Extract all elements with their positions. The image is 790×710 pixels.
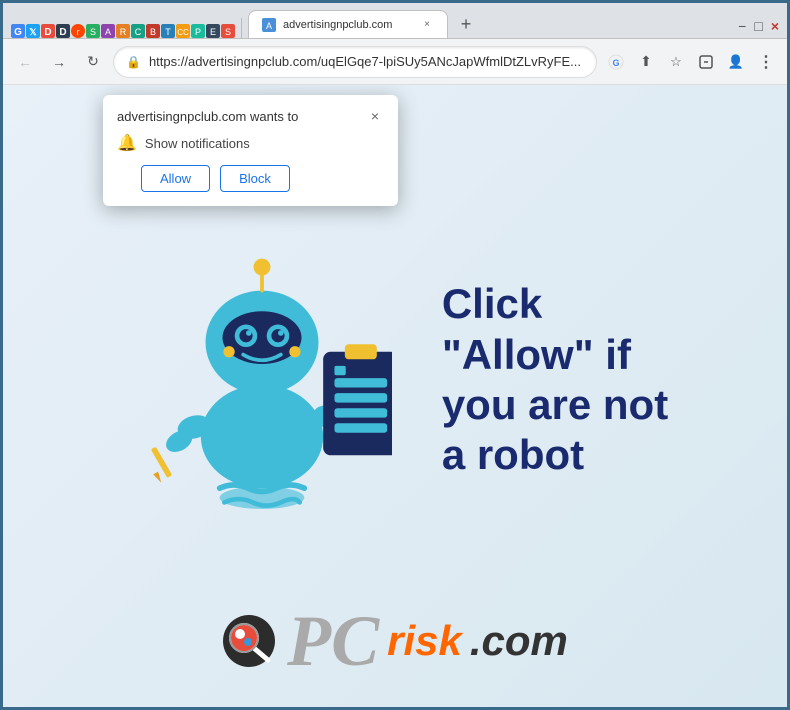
svg-text:C: C xyxy=(135,27,142,37)
tab-bar: G 𝕏 D D r S A R C B T CC P E S A advert xyxy=(3,3,787,39)
popup-close-button[interactable]: × xyxy=(366,107,384,125)
svg-text:T: T xyxy=(165,27,171,37)
favicon-x: 𝕏 xyxy=(26,24,40,38)
back-arrow-icon: ← xyxy=(18,54,32,70)
close-button[interactable]: × xyxy=(771,18,779,34)
popup-buttons: Allow Block xyxy=(117,165,384,192)
cta-line2: "Allow" if xyxy=(442,330,668,380)
notification-popup: advertisingnpclub.com wants to × 🔔 Show … xyxy=(103,95,398,206)
svg-text:r: r xyxy=(77,27,80,37)
address-bar: ← → ↻ 🔒 https://advertisingnpclub.com/uq… xyxy=(3,39,787,85)
content-area: advertisingnpclub.com wants to × 🔔 Show … xyxy=(3,85,787,707)
notification-label: Show notifications xyxy=(145,136,250,151)
address-bar-actions: G ⬆ ☆ 👤 ⋮ xyxy=(603,49,779,75)
minimize-button[interactable]: − xyxy=(738,18,746,34)
robot-illustration xyxy=(122,205,402,555)
robot-svg xyxy=(132,220,392,540)
svg-text:G: G xyxy=(612,58,619,68)
svg-text:CC: CC xyxy=(177,28,189,37)
svg-text:S: S xyxy=(90,27,96,37)
reload-button[interactable]: ↻ xyxy=(79,48,107,76)
tab-separator xyxy=(241,18,242,38)
favicon-reddit: r xyxy=(71,24,85,38)
bookmark-button[interactable]: ☆ xyxy=(663,49,689,75)
favicons-row: G 𝕏 D D r S A R C B T CC P E S xyxy=(11,24,235,38)
favicon-misc1: S xyxy=(86,24,100,38)
menu-button[interactable]: ⋮ xyxy=(753,49,779,75)
profile-button[interactable]: 👤 xyxy=(723,49,749,75)
tab-search-button[interactable] xyxy=(693,49,719,75)
share-icon: ⬆ xyxy=(640,53,652,70)
footer: PCrisk.com xyxy=(222,595,568,687)
svg-text:P: P xyxy=(195,27,201,37)
favicon-d2: D xyxy=(56,24,70,38)
tab-search-icon xyxy=(699,55,713,69)
favicon-misc8: P xyxy=(191,24,205,38)
forward-button[interactable]: → xyxy=(45,48,73,76)
browser-window: G 𝕏 D D r S A R C B T CC P E S A advert xyxy=(3,3,787,707)
active-tab[interactable]: A advertisingnpclub.com × xyxy=(248,10,448,38)
share-button[interactable]: ⬆ xyxy=(633,49,659,75)
tab-favicon: A xyxy=(261,17,277,33)
new-tab-button[interactable]: + xyxy=(452,10,480,38)
cta-line3: you are not xyxy=(442,380,668,430)
bell-icon: 🔔 xyxy=(117,133,137,153)
popup-notification-row: 🔔 Show notifications xyxy=(117,133,384,153)
maximize-button[interactable]: □ xyxy=(754,18,762,34)
block-button[interactable]: Block xyxy=(220,165,290,192)
favicon-misc5: B xyxy=(146,24,160,38)
favicon-d1: D xyxy=(41,24,55,38)
star-icon: ☆ xyxy=(670,54,682,70)
favicon-misc6: T xyxy=(161,24,175,38)
google-icon: G xyxy=(608,54,624,70)
favicon-g: G xyxy=(11,24,25,38)
svg-text:A: A xyxy=(266,21,272,31)
svg-text:𝕏: 𝕏 xyxy=(29,27,37,37)
lock-icon: 🔒 xyxy=(126,55,141,69)
forward-arrow-icon: → xyxy=(52,54,66,70)
favicon-misc3: R xyxy=(116,24,130,38)
svg-text:R: R xyxy=(120,27,127,37)
svg-text:D: D xyxy=(59,27,66,38)
cta-text: Click "Allow" if you are not a robot xyxy=(442,279,668,481)
pcrisk-text-logo: PCrisk.com xyxy=(287,605,568,677)
address-input-wrapper[interactable]: 🔒 https://advertisingnpclub.com/uqElGqe7… xyxy=(113,46,597,78)
svg-text:D: D xyxy=(44,27,51,38)
menu-icon: ⋮ xyxy=(758,52,774,72)
google-search-button[interactable]: G xyxy=(603,49,629,75)
svg-text:B: B xyxy=(150,27,156,37)
allow-button[interactable]: Allow xyxy=(141,165,210,192)
favicon-misc4: C xyxy=(131,24,145,38)
window-controls: − □ × xyxy=(738,18,779,38)
svg-text:G: G xyxy=(14,27,22,38)
popup-header: advertisingnpclub.com wants to × xyxy=(117,107,384,125)
svg-text:S: S xyxy=(225,27,231,37)
pcrisk-logo-icon xyxy=(222,614,277,669)
popup-title: advertisingnpclub.com wants to xyxy=(117,109,298,124)
cta-line1: Click xyxy=(442,279,668,329)
cta-line4: a robot xyxy=(442,430,668,480)
favicon-misc2: A xyxy=(101,24,115,38)
favicon-misc9: E xyxy=(206,24,220,38)
main-body: Click "Allow" if you are not a robot xyxy=(122,165,668,595)
pcrisk-pc-text: PC xyxy=(287,605,379,677)
pcrisk-com-text: .com xyxy=(470,617,568,665)
url-display: https://advertisingnpclub.com/uqElGqe7-l… xyxy=(149,54,584,69)
svg-text:A: A xyxy=(105,27,111,37)
profile-icon: 👤 xyxy=(728,54,744,70)
favicon-misc10: S xyxy=(221,24,235,38)
page-content: advertisingnpclub.com wants to × 🔔 Show … xyxy=(3,85,787,707)
back-button[interactable]: ← xyxy=(11,48,39,76)
reload-icon: ↻ xyxy=(87,53,99,70)
tab-title: advertisingnpclub.com xyxy=(283,19,413,31)
tab-close-button[interactable]: × xyxy=(419,17,435,33)
svg-text:E: E xyxy=(210,27,216,37)
pcrisk-risk-text: risk xyxy=(387,617,462,665)
favicon-misc7: CC xyxy=(176,24,190,38)
